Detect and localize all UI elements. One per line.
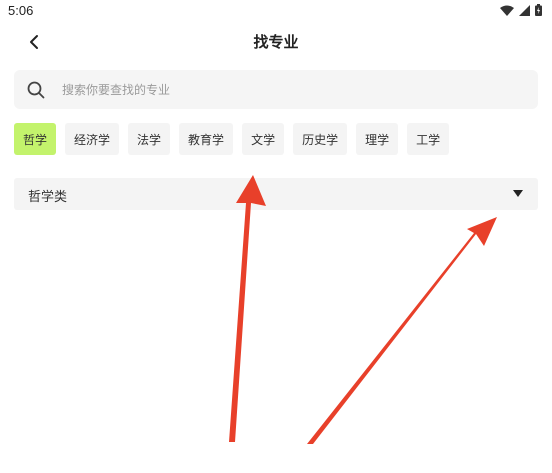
battery-icon — [535, 4, 542, 16]
annotation-arrow-right — [307, 217, 497, 444]
tab-philosophy[interactable]: 哲学 — [14, 123, 57, 155]
category-dropdown[interactable]: 哲学类 — [14, 178, 538, 210]
tab-economics[interactable]: 经济学 — [65, 123, 120, 155]
wifi-icon — [500, 5, 514, 16]
status-bar: 5:06 — [0, 0, 552, 24]
category-label: 哲学类 — [28, 190, 68, 205]
tab-engineering[interactable]: 工学 — [407, 123, 450, 155]
search-box[interactable] — [14, 70, 538, 109]
search-icon — [27, 81, 45, 99]
status-time: 5:06 — [8, 3, 34, 18]
page-title: 找专业 — [253, 33, 299, 51]
tab-history[interactable]: 历史学 — [293, 123, 348, 155]
search-input[interactable] — [62, 70, 522, 109]
annotation-arrow-left — [229, 175, 266, 442]
discipline-tabs: 哲学 经济学 法学 教育学 文学 历史学 理学 工学 — [14, 123, 450, 155]
caret-down-icon — [513, 190, 523, 197]
cellular-signal-icon — [519, 4, 530, 16]
tab-literature[interactable]: 文学 — [242, 123, 285, 155]
status-icons — [500, 4, 542, 16]
tab-education[interactable]: 教育学 — [179, 123, 234, 155]
tab-science[interactable]: 理学 — [356, 123, 399, 155]
tab-law[interactable]: 法学 — [128, 123, 171, 155]
